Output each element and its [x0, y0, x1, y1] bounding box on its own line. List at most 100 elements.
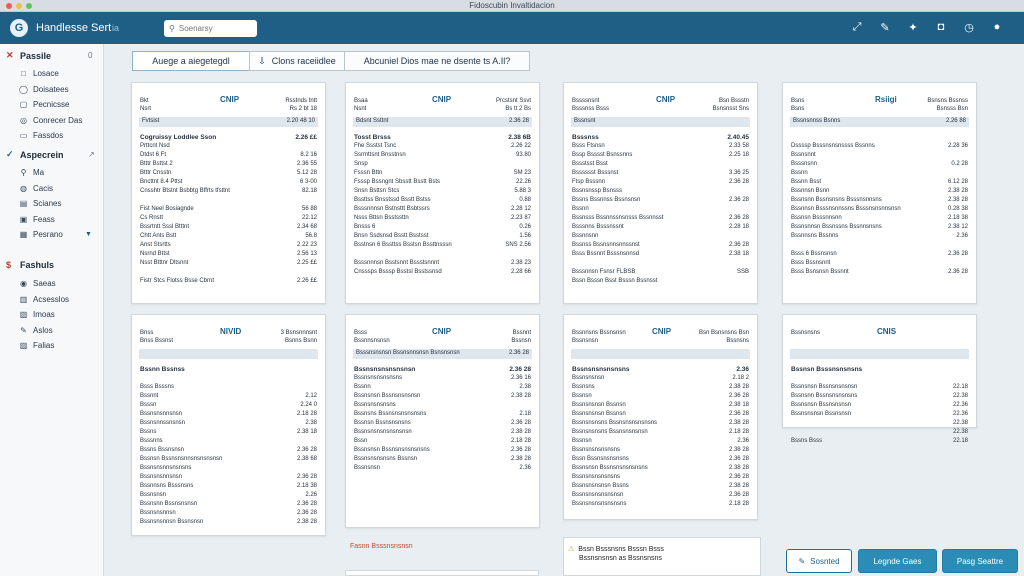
line-item-value: 2.38 18 — [296, 429, 317, 435]
twitter-icon[interactable]: ✦ — [906, 21, 920, 34]
sidebar-item[interactable]: ▧ Imoas — [19, 310, 55, 319]
tab-downloads[interactable]: ⇩ Clons raceiidlee — [249, 51, 345, 71]
document-header-right: Bsn Bsnsnsns Bsn Bssnsns — [699, 329, 749, 345]
line-item-value: 2.26 22 — [510, 143, 531, 149]
header-line: Bsnsss Bsn — [936, 106, 968, 112]
sidebar-item-label: Fassdos — [33, 131, 64, 140]
nav-item-icon: ◉ — [20, 279, 27, 288]
chevron-down-icon[interactable]: ▼ — [85, 231, 92, 238]
line-item-value: 2.18 2 — [732, 375, 749, 381]
button-label: Sosnted — [810, 556, 840, 566]
tab-details[interactable]: Abcuniel Dios mae ne dsente ts A.Il? — [344, 51, 530, 71]
document-card-partial[interactable] — [345, 570, 539, 576]
document-card[interactable]: CNIP Bsss Bssnnsnsnsn Bssnnt Bssnsn Bsssnsnsn… — [345, 314, 540, 528]
tab-overview[interactable]: Auege a aiegetegdl — [132, 51, 250, 71]
nav-item-icon: ▦ — [19, 230, 28, 239]
line-item-value: 2.26 — [305, 492, 317, 498]
document-section-band: Bssnsnnss Bsnns 2.26 88 — [790, 117, 969, 127]
expand-icon[interactable]: ⤢ — [850, 21, 864, 34]
line-item-value: 2.33 58 — [728, 143, 749, 149]
sidebar-item[interactable]: ▥ Acsesslos — [19, 295, 69, 304]
sidebar-item[interactable]: ◎ Conrecer Das — [19, 116, 82, 125]
sidebar-item[interactable]: ▢ Pecnicsse — [19, 100, 70, 109]
sidebar-item-label: Acsesslos — [33, 294, 70, 304]
search-input[interactable] — [178, 24, 253, 33]
line-item-value: 2.38 28 — [947, 197, 968, 203]
band-value: 2.20 48 10 — [286, 118, 315, 124]
line-item-row: Bssnsnsnsnsnsns 2.36 — [572, 365, 749, 374]
nav-item-icon: ▧ — [19, 310, 28, 319]
line-item-row: Bssnsnsnsnsnsnsn 2.36 28 — [572, 491, 749, 500]
pin-icon[interactable]: ✎ — [878, 21, 892, 34]
document-card[interactable]: CNIP Bssssnsnt Bsssnss Bsss Bsn Bssstn Bsnsn… — [563, 82, 758, 304]
header-line: Nsnt — [354, 106, 367, 112]
document-card[interactable]: NIVID Bnss Bnss Bssnst 3 Bsnsnnnsnt Bsnns Bs… — [131, 314, 326, 536]
line-item-row: Cs Rnstt 22.12 — [140, 214, 317, 223]
pocket-icon[interactable]: ◘ — [934, 21, 948, 34]
sidebar-item[interactable]: ▣ Feass — [19, 215, 55, 224]
sidebar-item[interactable]: ◍ Cacis — [19, 184, 53, 193]
line-item-row: Bssnsnsnsnsn Bssns 2.38 28 — [572, 482, 749, 491]
nav-item-icon: ▥ — [19, 294, 28, 304]
document-card[interactable]: CNIP Bsaa Nsnt Prcstsnt Ssvt Bs tt 2 Bs Bdsnt… — [345, 82, 540, 304]
line-item-label: Bssnsnsnsnsns Bssnsn — [354, 456, 418, 462]
sidebar-item[interactable]: ▦ Pesrano ▼ — [19, 230, 92, 239]
line-item-row: Bssnsn 2.36 — [572, 437, 749, 446]
user-icon[interactable]: ● — [990, 21, 1004, 34]
nav-item-icon: ◍ — [20, 183, 27, 193]
send-button[interactable]: ✎ Sosnted — [786, 549, 852, 573]
sidebar-section-header[interactable]: ✓ Aspecrein ↗ — [6, 149, 95, 160]
primary-action-button[interactable]: Legnde Gaes — [858, 549, 937, 573]
line-item-row — [791, 374, 968, 383]
line-item-row: Bssnn 2.38 — [354, 383, 531, 392]
secondary-action-button[interactable]: Pasg Seattre — [942, 549, 1018, 573]
document-brand: CNIP — [220, 95, 240, 104]
line-item-label: Cnsssps Bsssp Bsstsl Bsstssnsd — [354, 269, 442, 275]
document-card[interactable]: CNIP Bssnnsns Bssnsnsn Bssnsnsn Bsn Bsnsnsn… — [563, 314, 758, 520]
line-item-label: Bssnsn Bssnsnsnsns — [354, 420, 411, 426]
line-item-label: Bssnsnnt — [791, 152, 816, 158]
line-item-label: Bssnsnsnsns Bssnsnsnsnsn — [572, 429, 648, 435]
search-box[interactable]: ⚲ — [164, 20, 257, 37]
line-item-row: Nsss Bttsn Bsstssttn 2.23 87 — [354, 214, 531, 223]
band-label: Bssnsnnss Bsnns — [793, 118, 841, 124]
document-section-band: Fvtsist 2.20 48 10 — [139, 117, 318, 127]
sidebar-item[interactable]: ◯ Doisatees — [19, 85, 69, 94]
sidebar-item[interactable]: ▨ Falias — [19, 341, 55, 350]
line-item-label: Bssnsnn Bssnsnsnsnsns — [791, 393, 858, 399]
line-item-row: Bsss 6 Bssnsnsn 2.36 28 — [791, 250, 968, 259]
line-item-label: Bssnsnnssnsnsn — [140, 420, 186, 426]
line-item-label: Bssnsnsnsnsnsnsn — [572, 492, 624, 498]
document-header-left: Bsaa Nsnt — [354, 97, 368, 113]
sidebar-item[interactable]: □ Losace — [19, 69, 59, 78]
line-item-row: Bssnsnsnnsn 2.36 28 — [140, 509, 317, 518]
line-item-row — [354, 250, 531, 259]
line-item-row: Bssnnsns Bssnns 2.36 — [791, 232, 968, 241]
header-line: Bssnnsns Bssnsnsn — [572, 330, 626, 336]
line-item-label: Bssnsnsn Bssnsnsnsnsn — [354, 393, 421, 399]
line-item-row — [140, 268, 317, 277]
sidebar-section-header[interactable]: $ Fashuls — [6, 260, 54, 270]
search-icon: ⚲ — [169, 24, 175, 33]
sidebar-item[interactable]: ✎ Aslos — [19, 326, 52, 335]
line-item-value: 2.28 18 — [728, 224, 749, 230]
sidebar-item[interactable]: ◉ Saeas — [19, 279, 56, 288]
line-item-label: Bssns Bsss — [791, 438, 823, 444]
line-item-value: 2.36 — [519, 465, 531, 471]
document-section-band: Bdsnt Ssttnt 2.36 28 — [353, 117, 532, 127]
line-item-row: Bssnsnsn 2.26 — [140, 491, 317, 500]
document-card[interactable]: CNIP Bkt Nsrt Rsstnds tntt Rs 2 bt 18 Fvtsist… — [131, 82, 326, 304]
nav-item-icon: ▤ — [19, 199, 28, 208]
line-item-row: Bssnsn Bssnsnsnsns 2.36 28 — [354, 419, 531, 428]
sidebar-item[interactable]: ⚲ Ma — [19, 168, 45, 177]
line-item-value: 2.36 28 — [296, 501, 317, 507]
document-header-left: Bssnnsns Bssnsnsn Bssnsnsn — [572, 329, 626, 345]
line-item-value: 2.12 — [305, 393, 317, 399]
sidebar-item[interactable]: ▭ Fassdos — [19, 131, 64, 140]
document-card[interactable]: CNIS Bssnsnsns Bssnsn Bsssnsnsnsns Bssnsnsn… — [782, 314, 977, 444]
document-card[interactable]: Rsiigi Bsns Bsns Bsnsns Bssnss Bsnsss Bsn Bss… — [782, 82, 977, 304]
sidebar-item[interactable]: ▤ Scianes — [19, 199, 62, 208]
clock-icon[interactable]: ◷ — [962, 21, 976, 34]
sidebar-section-header[interactable]: ✕ Passile 0 — [6, 50, 92, 61]
line-item-value: 2.36 28 — [296, 447, 317, 453]
